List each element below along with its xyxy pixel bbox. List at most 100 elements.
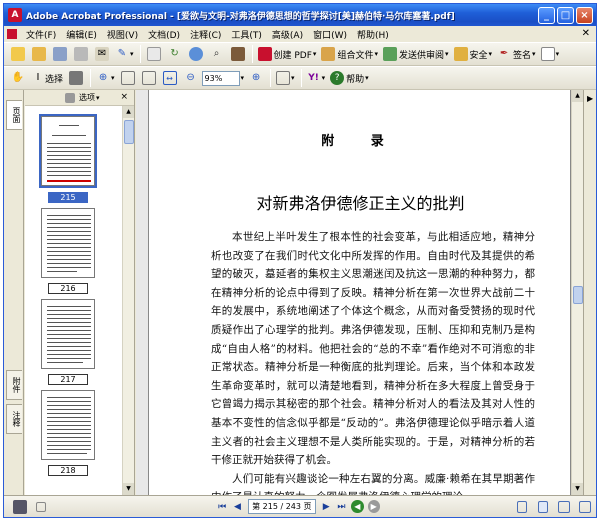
right-panel-strip: ▶ — [583, 90, 596, 495]
options-menu[interactable]: 选项 — [79, 92, 95, 103]
chevron-down-icon: ▾ — [532, 50, 536, 58]
create-pdf-button[interactable]: 创建 PDF ▾ — [256, 44, 319, 64]
expand-right-icon[interactable]: ▶ — [587, 94, 593, 103]
fit-width-button[interactable]: ↔ — [160, 68, 180, 88]
continuous-facing-button[interactable] — [575, 497, 595, 517]
save-button[interactable] — [50, 44, 70, 64]
menu-advanced[interactable]: 高级(A) — [267, 28, 308, 41]
file-toolbar: ✉ ✎ ▾ ↻ ⌕ 创建 PDF ▾ 组合文件 ▾ 发送供审阅 ▾ 安全 ▾ ✒ 签名 ▾ ▾ — [4, 42, 596, 66]
web-button[interactable] — [186, 44, 206, 64]
scroll-up-arrow[interactable]: ▲ — [572, 90, 583, 102]
facing-button[interactable] — [554, 497, 574, 517]
sign-button[interactable]: ✒ 签名 ▾ — [495, 44, 538, 64]
hand-tool-button[interactable]: ✋ — [8, 68, 28, 88]
search-button[interactable]: ⌕ — [207, 44, 227, 64]
page-thumbnail[interactable] — [41, 299, 95, 369]
send-review-button[interactable]: 发送供审阅 ▾ — [381, 44, 451, 64]
page-thumbnail[interactable] — [39, 114, 97, 188]
continuous-button[interactable] — [533, 497, 553, 517]
zoom-out-button[interactable]: ⊖ — [181, 68, 201, 88]
send-review-label: 发送供审阅 — [398, 50, 444, 61]
monitor-icon — [13, 499, 27, 514]
menu-document[interactable]: 文档(D) — [143, 28, 185, 41]
scrollbar-thumb[interactable] — [124, 120, 134, 144]
maximize-button[interactable]: □ — [557, 7, 574, 24]
print-button[interactable] — [71, 44, 91, 64]
document-scrollbar[interactable]: ▲ ▼ — [571, 90, 583, 495]
menu-tools[interactable]: 工具(T) — [226, 28, 267, 41]
yahoo-button[interactable]: Y! ▾ — [305, 68, 328, 88]
globe-icon — [188, 47, 203, 61]
tab-attachments[interactable]: 附件 — [6, 370, 22, 400]
trash-icon[interactable] — [65, 92, 75, 103]
menu-edit[interactable]: 编辑(E) — [61, 28, 102, 41]
open-button[interactable] — [8, 44, 28, 64]
zoom-in-button[interactable]: ⊕ — [246, 68, 266, 88]
create-icon — [32, 47, 46, 61]
toolbar-separator — [300, 69, 302, 87]
thumbnail-label: 217 — [48, 374, 88, 385]
chapter-title: 对新弗洛伊德修正主义的批判 — [256, 194, 465, 213]
scroll-down-arrow[interactable]: ▼ — [572, 483, 583, 495]
chevron-down-icon: ▾ — [321, 74, 326, 82]
rotate-view-button[interactable]: ▾ — [274, 68, 297, 88]
combine-files-button[interactable]: 组合文件 ▾ — [319, 44, 380, 64]
scrollbar-thumb[interactable] — [573, 286, 583, 304]
create-button[interactable] — [29, 44, 49, 64]
first-page-button[interactable]: ⏮ — [215, 499, 230, 515]
close-button[interactable]: × — [576, 7, 593, 24]
previous-view-button[interactable]: ◀ — [351, 500, 364, 513]
single-page-icon — [516, 500, 527, 513]
previous-page-button[interactable]: ◀ — [230, 499, 245, 515]
tab-comments[interactable]: 注释 — [6, 404, 22, 434]
panel-close-icon[interactable]: × — [120, 92, 128, 102]
document-button[interactable] — [144, 44, 164, 64]
fit-page-icon — [141, 71, 156, 85]
actual-size-button[interactable] — [118, 68, 138, 88]
menu-file[interactable]: 文件(F) — [21, 28, 61, 41]
chevron-down-icon: ▾ — [96, 93, 100, 102]
zoom-input[interactable]: 93% — [201, 70, 240, 86]
snapshot-button[interactable] — [66, 68, 86, 88]
next-view-button[interactable]: ▶ — [367, 500, 380, 513]
document-icon[interactable] — [7, 29, 17, 39]
display-mode-button[interactable] — [10, 497, 30, 517]
rotate-page-icon — [276, 71, 291, 85]
minimize-button[interactable]: _ — [538, 7, 555, 24]
forms-button[interactable]: ▾ — [539, 44, 562, 64]
secure-button[interactable]: 安全 ▾ — [452, 44, 495, 64]
menu-help[interactable]: 帮助(H) — [352, 28, 394, 41]
page-thumbnail[interactable] — [41, 208, 95, 278]
page-thumbnail[interactable] — [41, 390, 95, 460]
window-title: Adobe Acrobat Professional - [爱欲与文明-对弗洛伊… — [26, 11, 455, 22]
edit-button[interactable]: ✎ ▾ — [113, 44, 136, 64]
next-page-button[interactable]: ▶ — [319, 499, 334, 515]
rotate-button[interactable]: ↻ — [165, 44, 185, 64]
email-button[interactable]: ✉ — [92, 44, 112, 64]
tools-button[interactable] — [228, 44, 248, 64]
menu-view[interactable]: 视图(V) — [102, 28, 143, 41]
zoom-tool-button[interactable]: ⊕ ▾ — [94, 68, 117, 88]
help-button[interactable]: ? 帮助 ▾ — [328, 68, 371, 88]
scroll-up-arrow[interactable]: ▲ — [123, 106, 134, 118]
pdf-icon — [257, 47, 272, 61]
menu-window[interactable]: 窗口(W) — [308, 28, 352, 41]
page-size-button[interactable] — [31, 497, 51, 517]
fit-page-button[interactable] — [139, 68, 159, 88]
pages-panel-scrollbar[interactable]: ▲ ▼ — [122, 106, 134, 495]
single-page-button[interactable] — [512, 497, 532, 517]
menu-comments[interactable]: 注释(C) — [185, 28, 226, 41]
chevron-down-icon: ▾ — [312, 50, 317, 58]
tab-pages[interactable]: 页面 — [6, 100, 22, 130]
document-close-icon[interactable]: ✕ — [582, 28, 590, 39]
acrobat-app-icon[interactable]: A — [8, 8, 22, 22]
last-page-button[interactable]: ⏭ — [334, 499, 349, 515]
select-tool-button[interactable]: Ⅰ 选择 — [29, 68, 65, 88]
scroll-down-arrow[interactable]: ▼ — [123, 483, 134, 495]
appendix-heading: 附 录 — [321, 134, 400, 149]
search-icon: ⌕ — [213, 48, 220, 59]
page-body-text: 本世纪上半叶发生了根本性的社会变革，与此相适应地，精神分析也改变了在我们时代文化… — [211, 228, 535, 495]
page-number-field[interactable]: 第 215 / 243 页 — [248, 499, 316, 514]
toolbox-icon — [230, 47, 245, 61]
chevron-down-icon[interactable]: ▾ — [241, 74, 245, 82]
